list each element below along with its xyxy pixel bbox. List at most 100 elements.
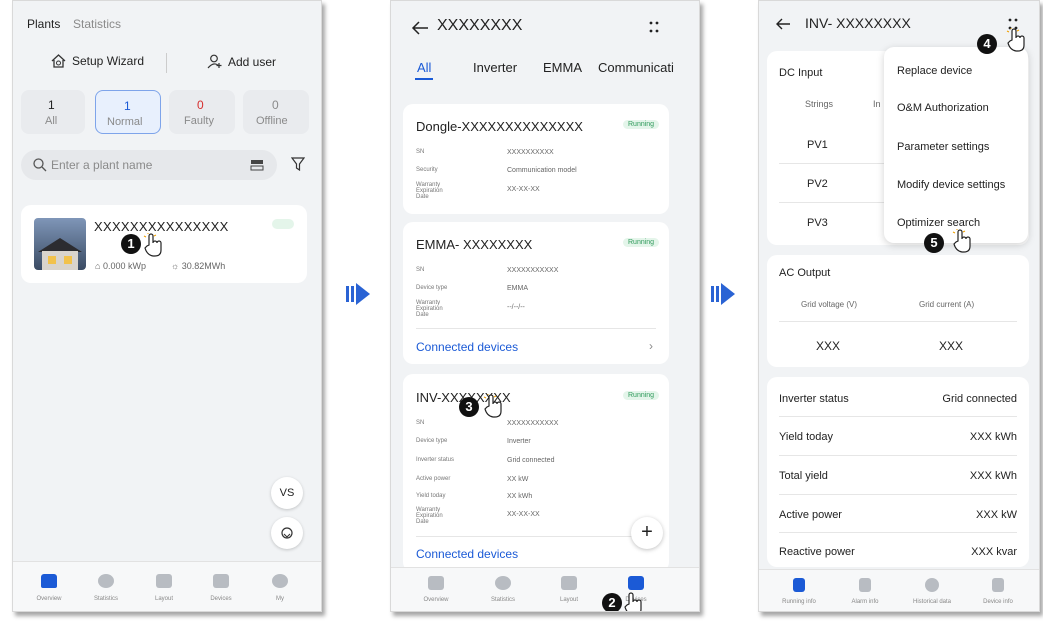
status-badge: Running	[623, 120, 660, 129]
divider	[416, 328, 656, 329]
field-value: EMMA	[507, 285, 528, 292]
back-arrow-icon[interactable]	[775, 18, 791, 30]
filter-icon[interactable]	[291, 157, 305, 171]
field-value: Grid connected	[507, 457, 555, 464]
menu-modify-device-settings[interactable]: Modify device settings	[897, 179, 1005, 191]
device-card-inverter[interactable]: INV-XXXXXXXX Running SN XXXXXXXXXXX Devi…	[403, 374, 669, 572]
layout-icon[interactable]	[561, 576, 577, 590]
headset-icon	[281, 527, 293, 539]
field-label: Device type	[416, 438, 448, 444]
overview-icon[interactable]	[428, 576, 444, 590]
menu-om-authorization[interactable]: O&M Authorization	[897, 102, 989, 114]
search-input[interactable]: Enter a plant name	[21, 150, 277, 180]
tab-emma[interactable]: EMMA	[543, 60, 582, 75]
add-user-button[interactable]: Add user	[207, 54, 276, 69]
connected-devices-link[interactable]: Connected devices	[416, 547, 518, 561]
search-placeholder: Enter a plant name	[51, 158, 153, 172]
connected-devices-link[interactable]: Connected devices	[416, 340, 518, 354]
running-info-icon[interactable]	[793, 578, 805, 592]
scan-icon[interactable]	[250, 159, 264, 171]
menu-parameter-settings[interactable]: Parameter settings	[897, 141, 989, 153]
alarm-icon[interactable]	[859, 578, 871, 592]
tab-indicator	[415, 78, 433, 80]
nav-layout[interactable]: Layout	[144, 596, 184, 602]
tap-hand-icon	[952, 229, 971, 253]
nav-devices[interactable]: Devices	[201, 596, 241, 602]
tab-plants[interactable]: Plants	[27, 17, 60, 31]
inverter-info-card: Inverter status Grid connected Yield tod…	[767, 377, 1029, 567]
nav-statistics[interactable]: Statistics	[86, 596, 126, 602]
tab-inverter[interactable]: Inverter	[473, 60, 517, 75]
statistics-icon[interactable]	[98, 574, 114, 588]
bottom-nav: Running info Alarm info Historical data …	[759, 569, 1039, 611]
filter-normal[interactable]: 1 Normal	[95, 90, 161, 134]
plant-energy: ☼ 30.82MWh	[171, 261, 226, 271]
vs-button[interactable]: VS	[271, 477, 303, 509]
history-icon[interactable]	[925, 578, 939, 592]
dc-input-title: DC Input	[779, 67, 823, 79]
tab-communication[interactable]: Communicati	[598, 60, 674, 75]
plant-capacity: ⌂ 0.000 kWp	[95, 261, 146, 271]
setup-wizard-label: Setup Wizard	[72, 54, 145, 68]
field-value: XXXXXXXXXX	[507, 149, 554, 156]
filter-all[interactable]: 1 All	[21, 90, 85, 134]
filter-faulty-label: Faulty	[184, 115, 214, 127]
info-value: XXX kWh	[969, 470, 1017, 482]
menu-optimizer-search[interactable]: Optimizer search	[897, 217, 980, 229]
step-marker-5: 5	[924, 233, 944, 253]
plant-energy-value: 30.82MWh	[181, 261, 226, 271]
filter-faulty-count: 0	[197, 98, 204, 112]
devices-icon[interactable]	[213, 574, 229, 588]
statistics-icon[interactable]	[495, 576, 511, 590]
setup-wizard-button[interactable]: Setup Wizard	[51, 54, 144, 68]
nav-layout[interactable]: Layout	[549, 597, 589, 603]
nav-historical-data[interactable]: Historical data	[907, 599, 957, 605]
nav-device-info[interactable]: Device info	[973, 599, 1023, 605]
add-device-button[interactable]: +	[631, 517, 663, 549]
back-arrow-icon[interactable]	[411, 21, 429, 35]
field-label: Inverter status	[416, 457, 455, 463]
overview-icon[interactable]	[41, 574, 57, 588]
grid-voltage-value: XXX	[816, 339, 841, 353]
device-info-icon[interactable]	[992, 578, 1004, 592]
field-value: XX kW	[507, 476, 529, 483]
field-label: Security	[416, 167, 438, 173]
nav-overview[interactable]: Overview	[416, 597, 456, 603]
devices-icon[interactable]	[628, 576, 644, 590]
tab-statistics[interactable]: Statistics	[73, 17, 121, 31]
field-label: Warranty Expiration Date	[416, 300, 443, 318]
support-button[interactable]	[271, 517, 303, 549]
field-value: --/--/--	[507, 304, 525, 311]
devices-screen: XXXXXXXX All Inverter EMMA Communicati D…	[390, 0, 700, 612]
device-name: EMMA- XXXXXXXX	[416, 237, 533, 252]
nav-overview[interactable]: Overview	[29, 596, 69, 602]
filter-faulty[interactable]: 0 Faulty	[169, 90, 235, 134]
ac-output-title: AC Output	[779, 267, 831, 279]
nav-alarm-info[interactable]: Alarm info	[840, 599, 890, 605]
field-value: XX-XX-XX	[507, 511, 540, 518]
home-gear-icon	[51, 54, 66, 68]
layout-icon[interactable]	[156, 574, 172, 588]
filter-all-count: 1	[48, 98, 55, 112]
filter-normal-count: 1	[124, 99, 131, 113]
nav-my[interactable]: My	[260, 596, 300, 602]
filter-offline-count: 0	[272, 98, 279, 112]
device-card-emma[interactable]: EMMA- XXXXXXXX Running SN XXXXXXXXXXX De…	[403, 222, 669, 364]
filter-offline[interactable]: 0 Offline	[243, 90, 309, 134]
nav-statistics[interactable]: Statistics	[483, 597, 523, 603]
nav-running-info[interactable]: Running info	[774, 599, 824, 605]
info-label: Yield today	[779, 431, 834, 443]
tab-all[interactable]: All	[417, 60, 431, 75]
menu-replace-device[interactable]: Replace device	[897, 65, 972, 77]
device-card-dongle[interactable]: Dongle-XXXXXXXXXXXXXX Running SN XXXXXXX…	[403, 104, 669, 214]
my-icon[interactable]	[272, 574, 288, 588]
divider	[779, 321, 1017, 322]
chevron-right-icon[interactable]: ›	[649, 339, 653, 353]
filter-all-label: All	[45, 115, 58, 127]
field-label: Device type	[416, 285, 448, 291]
more-icon[interactable]	[649, 21, 659, 33]
field-value: Inverter	[507, 438, 531, 445]
bottom-nav: Overview Statistics Layout Devices My	[13, 561, 321, 611]
plant-status-badge	[272, 219, 294, 229]
field-label: Yield today	[416, 493, 446, 499]
